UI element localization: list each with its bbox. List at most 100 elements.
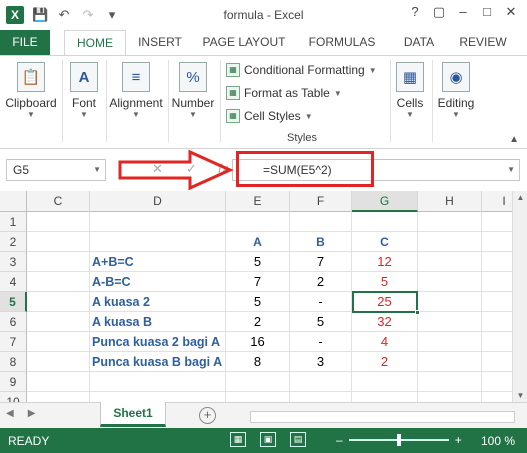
cell-g8[interactable]: 2 xyxy=(352,352,418,372)
horizontal-scrollbar[interactable] xyxy=(250,411,515,423)
cell-h6[interactable] xyxy=(418,312,482,332)
cell-f10[interactable] xyxy=(290,392,352,402)
zoom-out-button[interactable]: – xyxy=(336,433,343,447)
cell-d6[interactable]: A kuasa B xyxy=(90,312,226,332)
cell-f7[interactable]: - xyxy=(290,332,352,352)
cell-e3[interactable]: 5 xyxy=(226,252,290,272)
cell-h9[interactable] xyxy=(418,372,482,392)
cell-e9[interactable] xyxy=(226,372,290,392)
cell-h5[interactable] xyxy=(418,292,482,312)
cell-g7[interactable]: 4 xyxy=(352,332,418,352)
row-header-1[interactable]: 1 xyxy=(0,212,27,232)
cell-e6[interactable]: 2 xyxy=(226,312,290,332)
row-header-4[interactable]: 4 xyxy=(0,272,27,292)
ribbon-display-button[interactable]: ▢ xyxy=(429,4,449,20)
row-header-9[interactable]: 9 xyxy=(0,372,27,392)
cell-g1[interactable] xyxy=(352,212,418,232)
minimize-button[interactable]: – xyxy=(453,4,473,20)
cell-d4[interactable]: A-B=C xyxy=(90,272,226,292)
cell-c8[interactable] xyxy=(27,352,90,372)
maximize-button[interactable]: □ xyxy=(477,4,497,20)
next-sheet-icon[interactable]: ▶ xyxy=(28,408,36,419)
tab-insert[interactable]: INSERT xyxy=(132,30,188,55)
cell-f8[interactable]: 3 xyxy=(290,352,352,372)
cell-e1[interactable] xyxy=(226,212,290,232)
cell-f1[interactable] xyxy=(290,212,352,232)
cell-f9[interactable] xyxy=(290,372,352,392)
cell-d10[interactable] xyxy=(90,392,226,402)
cell-e2[interactable]: A xyxy=(226,232,290,252)
scroll-up-icon[interactable]: ▲ xyxy=(513,193,527,202)
spreadsheet-grid[interactable]: CDEFGHI 1 2 3 4 5 6 7 8 9 10 A B C A+B=C 5 7 12 A-B=C 7 2 5… xyxy=(0,191,527,402)
select-all-corner[interactable] xyxy=(0,191,27,212)
row-header-6[interactable]: 6 xyxy=(0,312,27,332)
cell-c5[interactable] xyxy=(27,292,90,312)
prev-sheet-icon[interactable]: ◀ xyxy=(6,408,14,419)
number-group[interactable]: % Number ▼ xyxy=(168,56,218,148)
format-as-table-button[interactable]: ▦ Format as Table ▼ xyxy=(226,83,342,103)
column-header-c[interactable]: C xyxy=(27,191,90,212)
cell-g3[interactable]: 12 xyxy=(352,252,418,272)
normal-view-icon[interactable]: ▦ xyxy=(230,432,246,447)
cell-d1[interactable] xyxy=(90,212,226,232)
active-cell-selection[interactable] xyxy=(352,291,420,315)
cell-e5[interactable]: 5 xyxy=(226,292,290,312)
zoom-slider[interactable]: – + xyxy=(336,433,462,447)
add-sheet-button[interactable]: + xyxy=(199,407,216,424)
cell-g2[interactable]: C xyxy=(352,232,418,252)
page-break-view-icon[interactable]: ▤ xyxy=(290,432,306,447)
row-header-8[interactable]: 8 xyxy=(0,352,27,372)
cell-c1[interactable] xyxy=(27,212,90,232)
name-box[interactable]: G5 ▼ xyxy=(6,159,106,181)
vertical-scrollbar[interactable]: ▲ ▼ xyxy=(512,191,527,402)
cell-h3[interactable] xyxy=(418,252,482,272)
cell-c6[interactable] xyxy=(27,312,90,332)
tab-formulas[interactable]: FORMULAS xyxy=(300,30,384,55)
cell-c3[interactable] xyxy=(27,252,90,272)
cell-e8[interactable]: 8 xyxy=(226,352,290,372)
cell-c2[interactable] xyxy=(27,232,90,252)
row-header-7[interactable]: 7 xyxy=(0,332,27,352)
conditional-formatting-button[interactable]: ▦ Conditional Formatting ▼ xyxy=(226,60,377,80)
row-header-2[interactable]: 2 xyxy=(0,232,27,252)
cell-h4[interactable] xyxy=(418,272,482,292)
cell-c4[interactable] xyxy=(27,272,90,292)
zoom-level[interactable]: 100 % xyxy=(481,434,515,448)
zoom-in-button[interactable]: + xyxy=(455,433,462,447)
cell-f3[interactable]: 7 xyxy=(290,252,352,272)
scroll-down-icon[interactable]: ▼ xyxy=(513,391,527,400)
tab-page-layout[interactable]: PAGE LAYOUT xyxy=(196,30,292,55)
close-button[interactable]: ✕ xyxy=(501,4,521,20)
column-header-e[interactable]: E xyxy=(226,191,290,212)
zoom-track[interactable] xyxy=(348,434,449,446)
cell-c10[interactable] xyxy=(27,392,90,402)
cell-h1[interactable] xyxy=(418,212,482,232)
fill-handle[interactable] xyxy=(415,310,420,315)
sheet-tab[interactable]: Sheet1 xyxy=(100,402,166,427)
cell-styles-button[interactable]: ▦ Cell Styles ▼ xyxy=(226,106,313,126)
cell-g9[interactable] xyxy=(352,372,418,392)
cell-e4[interactable]: 7 xyxy=(226,272,290,292)
cell-d3[interactable]: A+B=C xyxy=(90,252,226,272)
cell-h2[interactable] xyxy=(418,232,482,252)
cell-e10[interactable] xyxy=(226,392,290,402)
tab-file[interactable]: FILE xyxy=(0,30,50,55)
tab-data[interactable]: DATA xyxy=(394,30,444,55)
column-header-d[interactable]: D xyxy=(90,191,226,212)
tab-review[interactable]: REVIEW xyxy=(452,30,514,55)
cell-f6[interactable]: 5 xyxy=(290,312,352,332)
zoom-thumb[interactable] xyxy=(396,434,401,446)
clipboard-group[interactable]: 📋 Clipboard ▼ xyxy=(2,56,60,148)
cell-h8[interactable] xyxy=(418,352,482,372)
cell-f4[interactable]: 2 xyxy=(290,272,352,292)
column-header-h[interactable]: H xyxy=(418,191,482,212)
help-button[interactable]: ? xyxy=(405,4,425,20)
cell-g10[interactable] xyxy=(352,392,418,402)
cell-d2[interactable] xyxy=(90,232,226,252)
cells-group[interactable]: ▦ Cells ▼ xyxy=(390,56,430,148)
row-header-5[interactable]: 5 xyxy=(0,292,27,312)
cell-c7[interactable] xyxy=(27,332,90,352)
cell-d5[interactable]: A kuasa 2 xyxy=(90,292,226,312)
cell-h7[interactable] xyxy=(418,332,482,352)
cell-g6[interactable]: 32 xyxy=(352,312,418,332)
